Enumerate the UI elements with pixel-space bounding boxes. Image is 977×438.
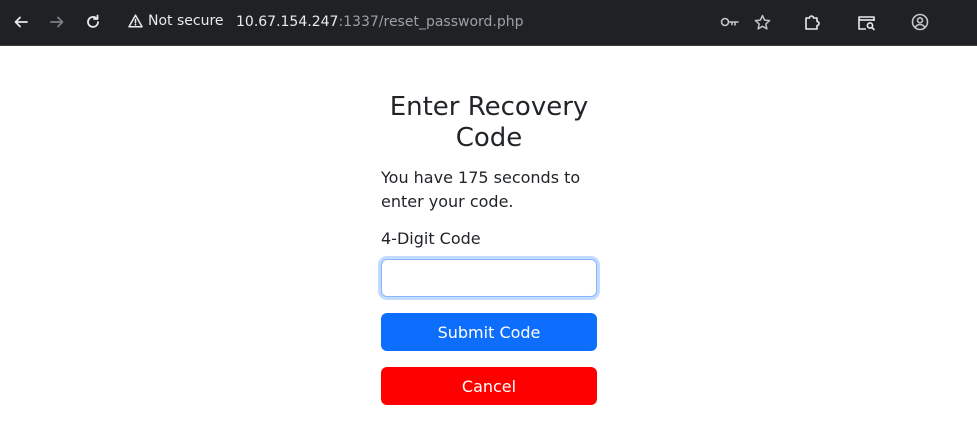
- extensions-button[interactable]: [799, 9, 825, 35]
- page-title: Enter Recovery Code: [389, 92, 589, 153]
- submit-code-button[interactable]: Submit Code: [381, 313, 597, 351]
- recovery-code-form: Enter Recovery Code You have 175 seconds…: [381, 92, 597, 405]
- reload-icon: [87, 14, 99, 28]
- arrow-left-icon: [14, 16, 28, 28]
- star-icon: [754, 14, 770, 30]
- url-path: :1337/reset_password.php: [338, 14, 524, 30]
- code-input[interactable]: [381, 259, 597, 297]
- profile-button[interactable]: [907, 9, 933, 35]
- security-indicator[interactable]: Not secure: [128, 13, 224, 29]
- profile-icon: [911, 13, 929, 31]
- bookmark-star-button[interactable]: [749, 9, 775, 35]
- warning-icon: [128, 14, 143, 28]
- forward-button[interactable]: [43, 8, 71, 36]
- tab-search-button[interactable]: [853, 9, 879, 35]
- countdown-message: You have 175 seconds to enter your code.: [381, 168, 581, 211]
- cancel-button[interactable]: Cancel: [381, 367, 597, 405]
- back-button[interactable]: [7, 8, 35, 36]
- url-host: 10.67.154.247: [236, 14, 339, 30]
- arrow-right-icon: [50, 16, 64, 28]
- tab-search-icon: [857, 15, 875, 30]
- code-label: 4-Digit Code: [381, 229, 481, 248]
- key-icon: [720, 17, 739, 27]
- puzzle-icon: [805, 15, 820, 30]
- url-text[interactable]: 10.67.154.247:1337/reset_password.php: [236, 14, 524, 30]
- reload-button[interactable]: [79, 8, 107, 36]
- password-key-button[interactable]: [717, 9, 743, 35]
- security-label: Not secure: [148, 13, 224, 29]
- browser-toolbar: Not secure 10.67.154.247:1337/reset_pass…: [0, 0, 977, 46]
